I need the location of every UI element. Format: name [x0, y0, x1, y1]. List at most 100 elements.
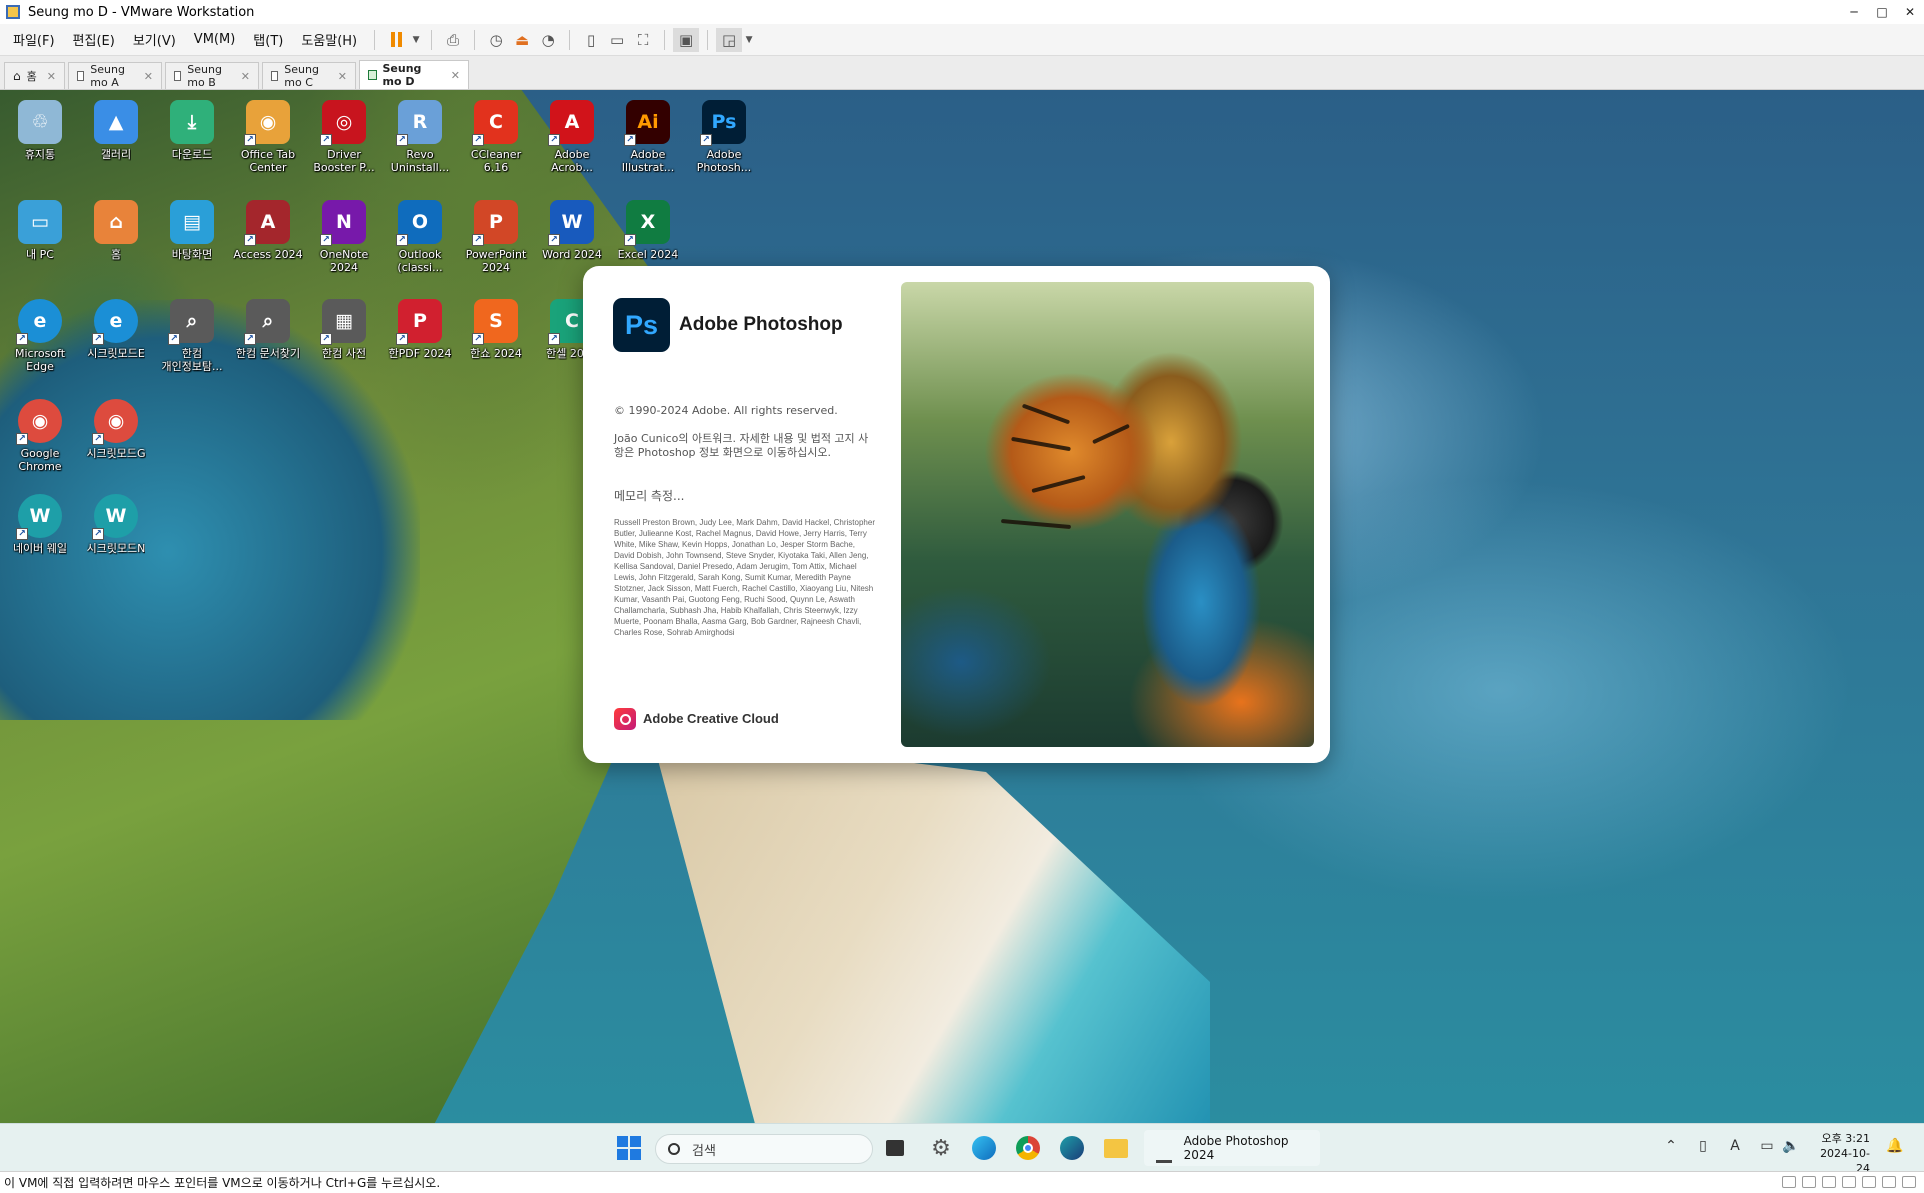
desktop-icon[interactable]: A ↗ Adobe Acrob... [534, 96, 610, 182]
app-icon: C ↗ [472, 100, 518, 146]
menu-file[interactable]: 파일(F) [4, 30, 64, 49]
hard-disk-icon[interactable] [1782, 1176, 1796, 1188]
taskbar-edge[interactable] [967, 1132, 1001, 1164]
close-icon[interactable]: ✕ [47, 70, 56, 83]
desktop-icon[interactable]: A ↗ Access 2024 [230, 196, 306, 282]
desktop-icon[interactable]: Ps ↗ Adobe Photosh... [686, 96, 762, 182]
taskbar-search-box[interactable]: 검색 [655, 1134, 873, 1164]
desktop-icon[interactable]: ⌕ ↗ 한컴 문서찾기 [230, 295, 306, 381]
desktop-icon[interactable]: ▲ 갤러리 [78, 96, 154, 182]
desktop-icon[interactable]: e ↗ Microsoft Edge [2, 295, 78, 381]
revert-snapshot-icon[interactable]: ⏏ [509, 28, 535, 52]
desktop-icon[interactable]: N ↗ OneNote 2024 [306, 196, 382, 282]
task-view-icon [886, 1140, 904, 1156]
vmware-app-icon[interactable] [6, 5, 20, 19]
start-button[interactable] [612, 1132, 646, 1164]
desktop-icon[interactable]: ▭ 내 PC [2, 196, 78, 282]
menu-view[interactable]: 보기(V) [124, 30, 185, 49]
console-view-icon[interactable]: ▣ [673, 27, 700, 52]
desktop-icon[interactable]: Ai ↗ Adobe Illustrat... [610, 96, 686, 182]
maximize-button[interactable]: □ [1868, 0, 1896, 24]
desktop-icon[interactable]: O ↗ Outlook (classi... [382, 196, 458, 282]
window-controls: ─ □ ✕ [1840, 0, 1924, 24]
thumbnail-bar-icon[interactable]: ▭ [604, 28, 630, 52]
desktop-icon[interactable]: ◉ ↗ Office Tab Center [230, 96, 306, 182]
tab-seung-mo-b[interactable]: Seung mo B ✕ [164, 62, 259, 89]
close-button[interactable]: ✕ [1896, 0, 1924, 24]
desktop-icon[interactable]: ◉ ↗ 시크릿모드G [78, 395, 154, 481]
snapshot-icon[interactable]: ◷ [483, 28, 509, 52]
desktop-icon[interactable]: ♲ 휴지통 [2, 96, 78, 182]
app-icon: S ↗ [472, 299, 518, 345]
usb-icon[interactable]: ▯ [1693, 1138, 1713, 1158]
library-icon[interactable]: ▯ [578, 28, 604, 52]
menu-vm[interactable]: VM(M) [185, 32, 244, 47]
network-icon[interactable]: ▭ [1757, 1138, 1777, 1158]
menu-help[interactable]: 도움말(H) [292, 30, 366, 49]
app-indicator-icon [1156, 1160, 1172, 1163]
desktop-icon[interactable]: ◎ ↗ Driver Booster P... [306, 96, 382, 182]
status-message: 이 VM에 직접 입력하려면 마우스 포인터를 VM으로 이동하거나 Ctrl+… [4, 1176, 441, 1190]
tab-seung-mo-c[interactable]: Seung mo C ✕ [261, 62, 356, 89]
taskbar-clock[interactable]: 오후 3:21 2024-10-24 [1808, 1131, 1870, 1176]
taskbar-chrome[interactable] [1011, 1132, 1045, 1164]
guest-desktop[interactable]: ♲ 휴지통 ▲ 갤러리 ⤓ 다운로드 ◉ ↗ Office Tab Center ◎ ↗ Driver… [0, 90, 1924, 1123]
snapshot-manager-icon[interactable]: ◔ [535, 28, 561, 52]
power-dropdown-chevron-icon[interactable]: ▼ [409, 28, 423, 52]
close-icon[interactable]: ✕ [241, 70, 250, 83]
cd-drive-icon[interactable] [1802, 1176, 1816, 1188]
menu-edit[interactable]: 편집(E) [64, 30, 124, 49]
desktop-icon[interactable]: W ↗ 네이버 웨일 [2, 490, 78, 576]
menu-tabs[interactable]: 탭(T) [244, 30, 292, 49]
tab-home[interactable]: ⌂ 홈 ✕ [4, 62, 65, 89]
notification-bell-icon[interactable]: 🔔 [1885, 1138, 1905, 1158]
shortcut-arrow-icon: ↗ [16, 333, 28, 345]
taskbar-file-explorer[interactable] [1099, 1132, 1133, 1164]
desktop-icon[interactable]: P ↗ PowerPoint 2024 [458, 196, 534, 282]
desktop-icon[interactable]: ⤓ 다운로드 [154, 96, 230, 182]
network-adapter-icon[interactable] [1822, 1176, 1836, 1188]
full-screen-icon[interactable]: ⛶ [630, 28, 656, 52]
creative-cloud-label: Adobe Creative Cloud [643, 711, 779, 726]
team-credits-text: Russell Preston Brown, Judy Lee, Mark Da… [614, 518, 875, 637]
close-icon[interactable]: ✕ [338, 70, 347, 83]
taskbar-settings[interactable]: ⚙ [924, 1132, 958, 1164]
desktop-icon[interactable]: ▤ 바탕화면 [154, 196, 230, 282]
desktop-icon[interactable]: W ↗ 시크릿모드N [78, 490, 154, 576]
pause-icon[interactable] [383, 28, 409, 52]
desktop-icon[interactable]: ⌂ 홈 [78, 196, 154, 282]
desktop-icon[interactable]: e ↗ 시크릿모드E [78, 295, 154, 381]
close-icon[interactable]: ✕ [451, 69, 460, 82]
desktop-icon[interactable]: C ↗ CCleaner 6.16 [458, 96, 534, 182]
app-icon: ▭ [18, 200, 62, 244]
app-icon: ▦ ↗ [320, 299, 366, 345]
desktop-icon[interactable]: P ↗ 한PDF 2024 [382, 295, 458, 381]
sound-card-icon[interactable] [1862, 1176, 1876, 1188]
display-icon[interactable] [1882, 1176, 1896, 1188]
desktop-icon-label: Revo Uninstall... [390, 148, 450, 174]
desktop-icon[interactable]: S ↗ 한쇼 2024 [458, 295, 534, 381]
vm-icon [76, 71, 85, 81]
desktop-icon[interactable]: ◉ ↗ Google Chrome [2, 395, 78, 481]
unity-dropdown-chevron-icon[interactable]: ▼ [742, 28, 756, 52]
unity-icon[interactable]: ◲ [716, 27, 743, 52]
taskbar-running-photoshop[interactable]: Adobe Photoshop 2024 [1144, 1130, 1320, 1166]
taskbar-whale[interactable] [1055, 1132, 1089, 1164]
tab-seung-mo-d[interactable]: Seung mo D ✕ [358, 60, 469, 89]
task-view-button[interactable] [878, 1132, 912, 1164]
chevron-up-icon[interactable]: ⌃ [1661, 1138, 1681, 1158]
desktop-icon[interactable]: ▦ ↗ 한컴 사전 [306, 295, 382, 381]
shortcut-arrow-icon: ↗ [396, 134, 408, 146]
message-log-icon[interactable] [1902, 1176, 1916, 1188]
usb-controller-icon[interactable] [1842, 1176, 1856, 1188]
send-ctrl-alt-del-icon[interactable]: ⎙ [440, 28, 466, 52]
desktop-icon[interactable]: R ↗ Revo Uninstall... [382, 96, 458, 182]
device-status-icons [1782, 1176, 1916, 1188]
close-icon[interactable]: ✕ [144, 70, 153, 83]
tab-seung-mo-a[interactable]: Seung mo A ✕ [67, 62, 162, 89]
minimize-button[interactable]: ─ [1840, 0, 1868, 24]
input-language-icon[interactable]: A [1725, 1138, 1745, 1158]
volume-icon[interactable]: 🔈 [1781, 1138, 1801, 1158]
desktop-icon[interactable]: ⌕ ↗ 한컴 개인정보탐... [154, 295, 230, 381]
app-icon: W ↗ [548, 200, 594, 246]
